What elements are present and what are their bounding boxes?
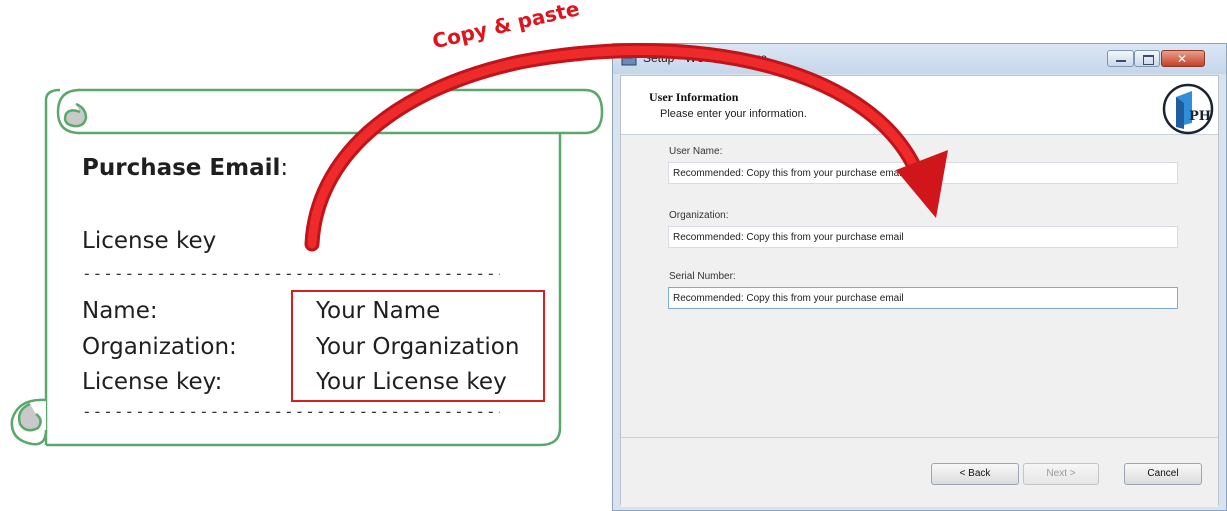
serial-number-input[interactable]: Recommended: Copy this from your purchas… (668, 287, 1178, 309)
wizard-header: User Information Please enter your infor… (621, 76, 1218, 135)
divider-top: ----------------------------------------… (82, 264, 500, 283)
maximize-button[interactable] (1134, 50, 1160, 67)
cancel-button[interactable]: Cancel (1124, 463, 1202, 485)
divider-bottom: ----------------------------------------… (82, 402, 500, 421)
logo-text: PH (1189, 109, 1211, 124)
license-key-heading: License key (82, 228, 217, 254)
serial-number-label: Serial Number: (669, 271, 736, 282)
purchase-email-scroll: Purchase Email: License key ------------… (0, 0, 610, 511)
purchase-email-colon: : (280, 155, 289, 181)
close-icon: ✕ (1177, 52, 1188, 66)
minimize-icon (1116, 60, 1126, 62)
ph-logo-icon: PH (1162, 83, 1214, 135)
setup-window: Setup - WURSH Image ✕ User Information P… (612, 43, 1227, 511)
purchase-email-label: Purchase Email (82, 155, 281, 181)
user-name-input[interactable]: Recommended: Copy this from your purchas… (668, 162, 1178, 184)
close-button[interactable]: ✕ (1161, 50, 1205, 67)
maximize-icon (1143, 55, 1154, 65)
user-name-label: User Name: (669, 146, 723, 157)
minimize-button[interactable] (1107, 50, 1134, 67)
page-title: User Information (649, 90, 739, 104)
wizard-body: User Name: Recommended: Copy this from y… (621, 135, 1218, 437)
organization-input[interactable]: Recommended: Copy this from your purchas… (668, 226, 1178, 248)
organization-label: Organization: (82, 334, 237, 360)
highlight-box (291, 290, 545, 402)
title-bar[interactable]: Setup - WURSH Image ✕ (613, 44, 1226, 74)
page-subtitle: Please enter your information. (660, 108, 807, 120)
organization-label: Organization: (669, 210, 729, 221)
license-key-label: License key: (82, 369, 223, 395)
name-label: Name: (82, 298, 158, 324)
back-button[interactable]: < Back (931, 463, 1019, 485)
window-title: Setup - WURSH Image (643, 51, 768, 65)
setup-installer-icon (621, 52, 637, 66)
wizard-content: User Information Please enter your infor… (620, 75, 1219, 507)
wizard-footer: < Back Next > Cancel (621, 437, 1218, 507)
next-button[interactable]: Next > (1023, 463, 1099, 485)
purchase-email-heading: Purchase Email: (82, 155, 288, 181)
